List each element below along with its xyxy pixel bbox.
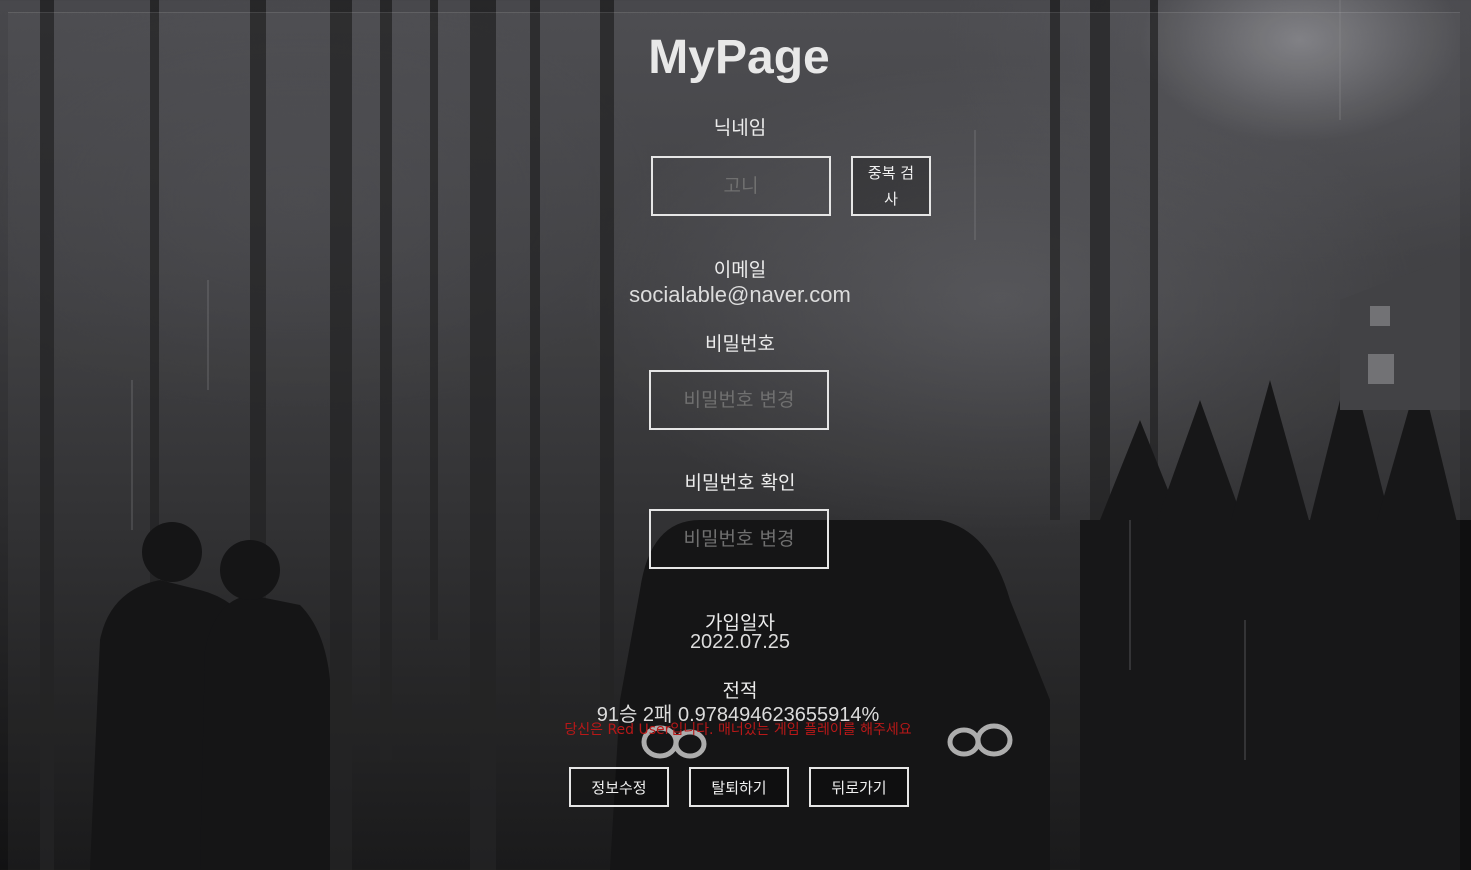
page-title: MyPage [648, 31, 830, 84]
join-date-value: 2022.07.25 [689, 631, 791, 653]
withdraw-button[interactable]: 탈퇴하기 [689, 767, 789, 807]
back-button[interactable]: 뒤로가기 [809, 767, 909, 807]
password-label: 비밀번호 [705, 333, 775, 355]
nickname-label: 닉네임 [713, 117, 767, 139]
password-confirm-label: 비밀번호 확인 [684, 472, 796, 494]
red-user-warning: 당신은 Red User입니다. 매너있는 게임 플레이를 해주세요 [564, 722, 912, 738]
password-confirm-input[interactable] [649, 509, 829, 569]
nickname-input[interactable] [651, 156, 831, 216]
duplicate-check-button[interactable]: 중복 검사 [851, 156, 931, 216]
edit-info-button[interactable]: 정보수정 [569, 767, 669, 807]
password-input[interactable] [649, 370, 829, 430]
content-panel [8, 12, 1460, 870]
email-label: 이메일 [713, 259, 767, 281]
email-value: socialable@naver.com [629, 282, 851, 307]
